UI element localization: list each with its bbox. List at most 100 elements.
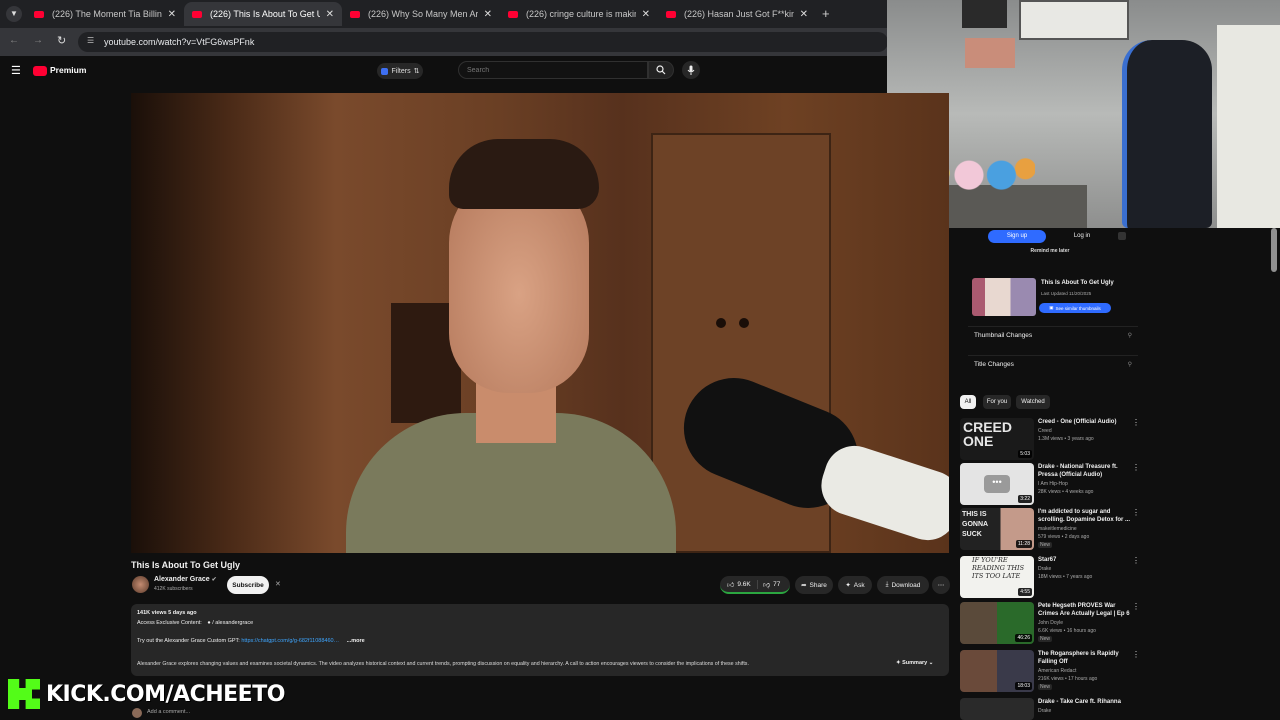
more-vertical-icon[interactable]: ⋮ bbox=[1132, 602, 1140, 611]
filters-button[interactable]: Filters ⇅ bbox=[377, 63, 423, 79]
recommendation-title: Creed - One (Official Audio) bbox=[1038, 419, 1117, 425]
recommendation-thumbnail: 18:03 bbox=[960, 650, 1034, 692]
youtube-favicon-icon bbox=[666, 10, 676, 18]
exclusive-content-line: Access Exclusive Content: ● / alexanderg… bbox=[137, 620, 254, 626]
site-info-icon[interactable]: ☰ bbox=[87, 36, 94, 45]
more-actions-button[interactable]: ⋯ bbox=[932, 576, 950, 594]
thumbnail-text: IF YOU'RE READING THIS ITS TOO LATE bbox=[972, 556, 1025, 580]
close-tab-icon[interactable]: ✕ bbox=[800, 9, 808, 20]
video-presenter-hair bbox=[449, 139, 599, 209]
youtube-favicon-icon bbox=[192, 10, 202, 18]
recommendation-meta: 28K views • 4 weeks ago bbox=[1038, 489, 1094, 495]
recommendation-item[interactable]: ••• 3:22 Drake - National Treasure ft. P… bbox=[960, 463, 1140, 509]
search-button[interactable] bbox=[648, 61, 674, 79]
dismiss-icon[interactable]: ✕ bbox=[275, 580, 281, 588]
microphone-icon bbox=[687, 65, 695, 75]
more-vertical-icon[interactable]: ⋮ bbox=[1132, 463, 1140, 472]
new-tab-icon[interactable]: + bbox=[822, 6, 830, 21]
kick-logo-icon bbox=[8, 679, 40, 709]
video-player[interactable] bbox=[131, 93, 949, 553]
url-text: youtube.com/watch?v=VtFG6wsPFnk bbox=[104, 37, 255, 47]
back-icon[interactable]: ← bbox=[9, 35, 19, 46]
recommendation-item[interactable]: Drake - Take Care ft. Rihanna Drake bbox=[960, 698, 1140, 720]
close-tab-icon[interactable]: ✕ bbox=[326, 9, 334, 20]
close-panel-icon[interactable] bbox=[1118, 232, 1126, 240]
share-button[interactable]: ➦ Share bbox=[795, 576, 833, 594]
summary-toggle[interactable]: ✦ Summary ⌄ bbox=[896, 660, 933, 666]
webcam-gaming-chair bbox=[1122, 40, 1212, 228]
recommendation-item[interactable]: THIS IS GONNA SUCK 11:28 I'm addicted to… bbox=[960, 508, 1140, 554]
recommendation-title: I'm addicted to sugar and scrolling. Dop… bbox=[1038, 509, 1131, 523]
search-input[interactable] bbox=[458, 61, 648, 79]
forward-icon[interactable]: → bbox=[33, 35, 43, 46]
browser-tab[interactable]: (226) Hasan Just Got F**king H✕ bbox=[658, 2, 816, 26]
thumbnail-text: CREED ONE bbox=[963, 419, 1013, 449]
chip-all[interactable]: All bbox=[960, 395, 976, 409]
more-vertical-icon[interactable]: ⋮ bbox=[1132, 418, 1140, 427]
close-tab-icon[interactable]: ✕ bbox=[168, 9, 176, 20]
duration-badge: 3:22 bbox=[1018, 495, 1032, 503]
more-vertical-icon[interactable]: ⋮ bbox=[1132, 650, 1140, 659]
dislike-button[interactable]: 👎︎ 77 bbox=[758, 580, 780, 589]
channel-avatar[interactable] bbox=[132, 576, 149, 593]
recommendation-item[interactable]: 18:03 The Rogansphere is Rapidly Falling… bbox=[960, 650, 1140, 696]
similar-thumbnails-button[interactable]: ▣ See similar thumbnails bbox=[1039, 303, 1111, 313]
recommendation-thumbnail: IF YOU'RE READING THIS ITS TOO LATE 4:55 bbox=[960, 556, 1034, 598]
channel-handle-link[interactable]: / alexandergrace bbox=[212, 620, 253, 626]
recommendation-item[interactable]: CREED ONE 5:03 Creed - One (Official Aud… bbox=[960, 418, 1140, 464]
youtube-favicon-icon bbox=[34, 10, 44, 18]
browser-tab[interactable]: (226) Why So Many Men Are G✕ bbox=[342, 2, 500, 26]
close-tab-icon[interactable]: ✕ bbox=[484, 9, 492, 20]
browser-tab[interactable]: (226) cringe culture is making u✕ bbox=[500, 2, 658, 26]
lock-icon: ⚲ bbox=[1127, 333, 1132, 339]
download-button[interactable]: ⤓ Download bbox=[877, 576, 929, 594]
webcam-wall-poster bbox=[962, 0, 1007, 28]
page-scrollbar[interactable] bbox=[1271, 228, 1277, 272]
browser-tab-active[interactable]: (226) This Is About To Get Ugly✕ bbox=[184, 2, 342, 26]
browser-tab[interactable]: (226) The Moment Tia Billinger✕ bbox=[26, 2, 184, 26]
reload-icon[interactable]: ↻ bbox=[57, 34, 66, 47]
title-changes-row[interactable]: Title Changes ⚲ bbox=[968, 355, 1138, 373]
sparkle-icon: ✦ bbox=[845, 582, 851, 589]
menu-icon[interactable]: ☰ bbox=[11, 64, 21, 77]
voice-search-button[interactable] bbox=[682, 61, 700, 79]
custom-gpt-line: Try out the Alexander Grace Custom GPT: … bbox=[137, 638, 365, 644]
subscribe-button[interactable]: Subscribe bbox=[227, 576, 269, 594]
youtube-favicon-icon bbox=[350, 10, 360, 18]
recommendation-thumbnail: THIS IS GONNA SUCK 11:28 bbox=[960, 508, 1034, 550]
recommendation-channel: makeitlemedicine bbox=[1038, 526, 1077, 532]
remind-later-link[interactable]: Remind me later bbox=[960, 248, 1140, 254]
recommendation-item[interactable]: IF YOU'RE READING THIS ITS TOO LATE 4:55… bbox=[960, 556, 1140, 602]
show-more-link[interactable]: ...more bbox=[347, 638, 365, 644]
more-vertical-icon[interactable]: ⋮ bbox=[1132, 508, 1140, 517]
video-title: This Is About To Get Ugly bbox=[131, 560, 240, 570]
description-box[interactable]: 141K views 5 days ago Access Exclusive C… bbox=[131, 604, 949, 676]
signup-button[interactable]: Sign up bbox=[988, 230, 1046, 243]
filter-logo-icon bbox=[380, 67, 388, 75]
custom-gpt-link[interactable]: https://chatgpt.com/g/g-682f11088460… bbox=[241, 638, 339, 644]
like-button[interactable]: 👍︎ 9.6K bbox=[720, 579, 758, 589]
recommendation-thumbnail bbox=[960, 698, 1034, 720]
youtube-favicon-icon bbox=[508, 10, 518, 18]
view-count-date: 141K views 5 days ago bbox=[137, 610, 197, 616]
channel-name[interactable]: Alexander Grace ✔ bbox=[154, 576, 217, 583]
chip-watched[interactable]: Watched bbox=[1016, 395, 1050, 409]
video-background-knob bbox=[716, 318, 726, 328]
tab-list-dropdown-icon[interactable]: ▼ bbox=[6, 6, 22, 22]
close-tab-icon[interactable]: ✕ bbox=[642, 9, 650, 20]
recommendation-item[interactable]: 46:26 Pete Hegseth PROVES War Crimes Are… bbox=[960, 602, 1140, 648]
address-bar[interactable]: ☰ youtube.com/watch?v=VtFG6wsPFnk bbox=[78, 32, 888, 52]
recommendation-channel: Drake bbox=[1038, 566, 1052, 572]
ext-video-title: This Is About To Get Ugly bbox=[1041, 280, 1114, 286]
youtube-logo[interactable]: Premium bbox=[33, 65, 86, 76]
chip-for-you[interactable]: For you bbox=[983, 395, 1011, 409]
verified-icon: ✔ bbox=[211, 577, 217, 583]
recommendation-title: Drake - National Treasure ft. Pressa (Of… bbox=[1038, 464, 1118, 478]
login-button[interactable]: Log in bbox=[1056, 230, 1108, 243]
ask-button[interactable]: ✦ Ask bbox=[838, 576, 872, 594]
thumbnail-changes-row[interactable]: Thumbnail Changes ⚲ bbox=[968, 326, 1138, 344]
recommendation-title: Pete Hegseth PROVES War Crimes Are Actua… bbox=[1038, 603, 1130, 617]
duration-badge: 5:03 bbox=[1018, 450, 1032, 458]
subscriber-count: 412K subscribers bbox=[154, 586, 193, 592]
more-vertical-icon[interactable]: ⋮ bbox=[1132, 556, 1140, 565]
